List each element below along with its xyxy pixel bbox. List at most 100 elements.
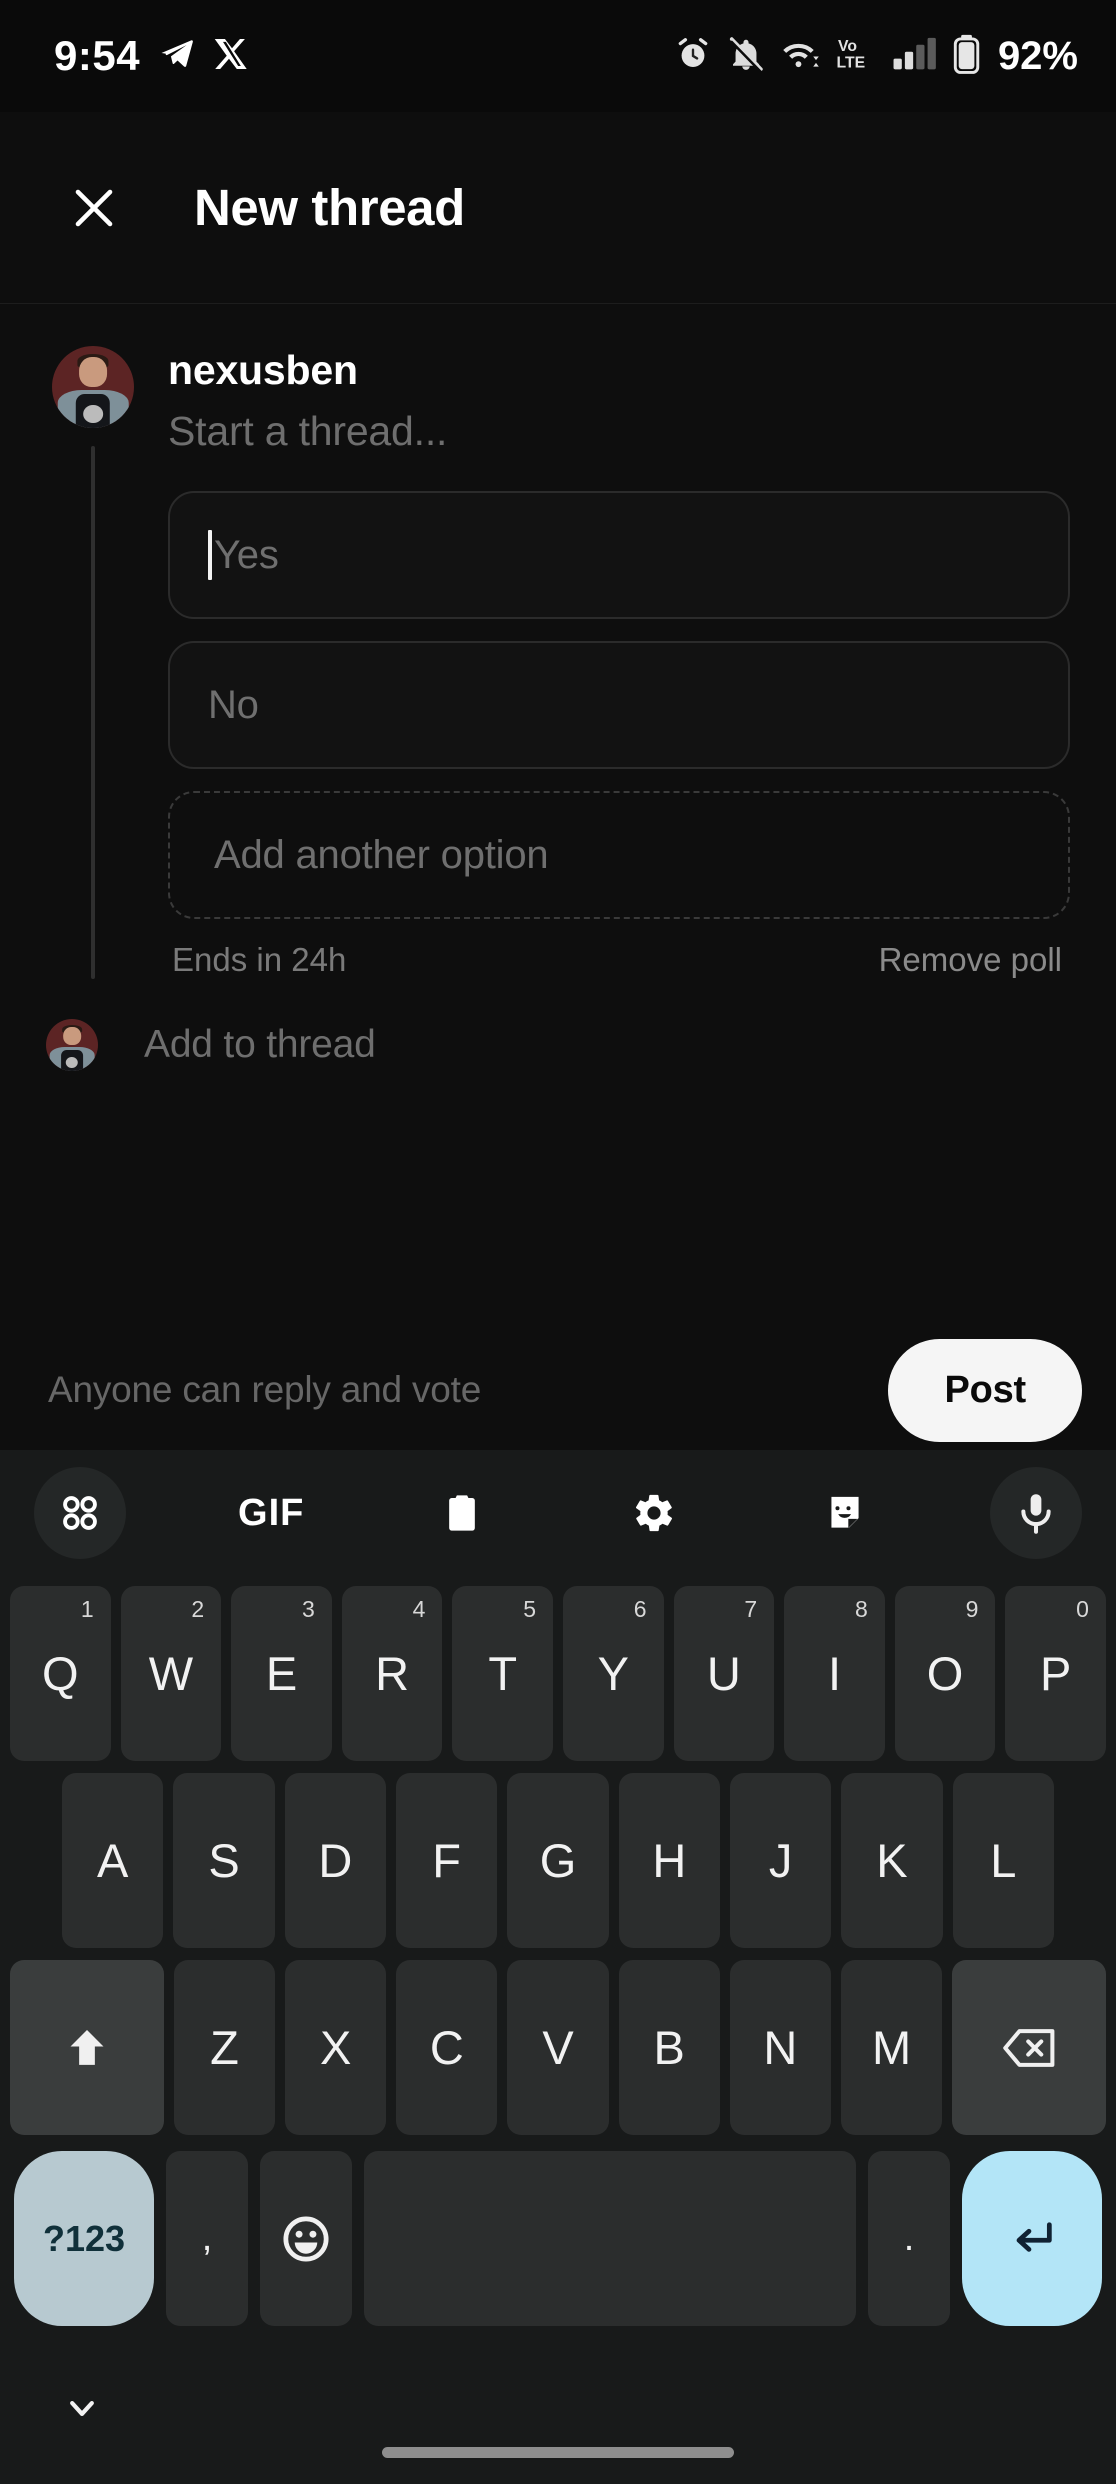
- key-n-label: N: [763, 2021, 798, 2074]
- chevron-down-icon[interactable]: [52, 2378, 112, 2438]
- key-u-sup: 7: [744, 1596, 758, 1622]
- bell-muted-icon: [727, 35, 765, 78]
- poll-editor: Yes No Add another option Ends in 24h Re…: [168, 491, 1080, 979]
- key-g[interactable]: G: [507, 1773, 609, 1948]
- keyboard: G I F 1 Q 2 W 3 E 4 R 5 T 6 Y 7 U 8 I 9 O …: [0, 1450, 1116, 2340]
- comma-key[interactable]: ,: [165, 2151, 249, 2326]
- poll-option-1-input[interactable]: Yes: [214, 533, 279, 578]
- post-column: nexusben Start a thread... Yes No Add an…: [144, 346, 1080, 979]
- key-h[interactable]: H: [618, 1773, 720, 1948]
- wifi-icon: [780, 35, 820, 78]
- add-to-thread-row[interactable]: Add to thread: [0, 979, 1116, 1072]
- key-t[interactable]: 5T: [452, 1586, 553, 1761]
- audience-selector[interactable]: Anyone can reply and vote: [48, 1369, 481, 1411]
- composer-bottom-bar: Anyone can reply and vote Post: [0, 1330, 1116, 1450]
- key-y-label: Y: [597, 1647, 629, 1700]
- key-f[interactable]: F: [396, 1773, 498, 1948]
- key-v-label: V: [542, 2021, 574, 2074]
- thread-connector-line: [91, 446, 95, 980]
- keyboard-row-4: ?123 , .: [6, 2141, 1110, 2340]
- poll-option-1[interactable]: Yes: [168, 491, 1070, 620]
- microphone-icon[interactable]: [989, 1467, 1082, 1559]
- post-button[interactable]: Post: [888, 1338, 1082, 1442]
- clipboard-icon[interactable]: [416, 1467, 508, 1559]
- space-key[interactable]: [363, 2151, 856, 2326]
- add-to-thread-label: Add to thread: [144, 1023, 376, 1067]
- sticker-icon[interactable]: [799, 1467, 891, 1559]
- key-x[interactable]: X: [285, 1960, 387, 2135]
- avatar-small: [46, 1019, 98, 1072]
- key-i[interactable]: 8I: [784, 1586, 885, 1761]
- key-a[interactable]: A: [62, 1773, 164, 1948]
- alarm-icon: [674, 35, 712, 78]
- keyboard-row-2: A S D F G H J K L: [6, 1767, 1110, 1954]
- keyboard-rows: 1Q 2W 3E 4R 5T 6Y 7U 8I 9O 0P A S D F G …: [0, 1576, 1116, 2340]
- signal-icon: [892, 35, 938, 78]
- volte-icon: Vo LTE: [835, 34, 877, 79]
- key-s-label: S: [208, 1834, 240, 1887]
- clipboard-grid-icon[interactable]: [34, 1467, 126, 1559]
- backspace-key[interactable]: [952, 1960, 1106, 2135]
- svg-text:Vo: Vo: [838, 38, 857, 55]
- navigation-bar: [0, 2340, 1116, 2484]
- numbers-key[interactable]: ?123: [14, 2151, 154, 2326]
- key-n[interactable]: N: [729, 1960, 831, 2135]
- key-c-label: C: [429, 2021, 464, 2074]
- username[interactable]: nexusben: [168, 346, 1080, 394]
- key-v[interactable]: V: [507, 1960, 609, 2135]
- key-y[interactable]: 6Y: [563, 1586, 664, 1761]
- key-z[interactable]: Z: [173, 1960, 276, 2135]
- post-row: nexusben Start a thread... Yes No Add an…: [0, 346, 1116, 980]
- enter-key[interactable]: [962, 2151, 1103, 2326]
- thread-text-input[interactable]: Start a thread...: [168, 408, 1080, 455]
- key-e-label: E: [265, 1647, 298, 1700]
- key-q[interactable]: 1Q: [10, 1586, 111, 1761]
- key-m-label: M: [871, 2021, 912, 2074]
- poll-option-2[interactable]: No: [168, 641, 1070, 770]
- poll-option-2-input[interactable]: No: [208, 683, 259, 728]
- battery-icon: [953, 34, 981, 79]
- key-b[interactable]: B: [618, 1960, 720, 2135]
- shift-key[interactable]: [10, 1960, 164, 2135]
- gear-icon[interactable]: [608, 1467, 700, 1559]
- key-w-label: W: [148, 1647, 194, 1700]
- key-p[interactable]: 0P: [1005, 1586, 1106, 1761]
- key-e[interactable]: 3E: [231, 1586, 332, 1761]
- key-r[interactable]: 4R: [341, 1586, 443, 1761]
- key-w-sup: 2: [191, 1596, 205, 1622]
- key-c[interactable]: C: [396, 1960, 498, 2135]
- key-d[interactable]: D: [284, 1773, 386, 1948]
- period-key[interactable]: .: [868, 2151, 951, 2326]
- key-e-sup: 3: [302, 1596, 315, 1622]
- home-indicator[interactable]: [382, 2447, 734, 2458]
- key-i-label: I: [827, 1647, 842, 1700]
- emoji-icon[interactable]: [260, 2151, 352, 2326]
- key-j[interactable]: J: [729, 1773, 832, 1948]
- close-icon[interactable]: [58, 172, 130, 244]
- keyboard-row-1: 1Q 2W 3E 4R 5T 6Y 7U 8I 9O 0P: [6, 1580, 1110, 1767]
- gif-icon[interactable]: GIF: [225, 1467, 317, 1559]
- page-title: New thread: [194, 179, 465, 236]
- key-x-label: X: [319, 2021, 352, 2074]
- key-u[interactable]: 7U: [673, 1586, 775, 1761]
- key-d-label: D: [318, 1834, 353, 1887]
- key-s[interactable]: S: [173, 1773, 275, 1948]
- poll-ends-in-label[interactable]: Ends in 24h: [172, 941, 346, 979]
- gif-label: GIF: [238, 1491, 305, 1534]
- status-bar: 9:54 Vo LTE 92%: [0, 0, 1116, 112]
- key-l[interactable]: L: [952, 1773, 1054, 1948]
- key-m[interactable]: M: [840, 1960, 943, 2135]
- avatar[interactable]: [52, 346, 134, 428]
- key-q-label: Q: [42, 1647, 79, 1700]
- add-another-option-button[interactable]: Add another option: [168, 791, 1070, 920]
- status-bar-left: 9:54: [54, 32, 250, 80]
- key-f-label: F: [432, 1834, 462, 1887]
- svg-text:LTE: LTE: [836, 54, 865, 71]
- remove-poll-button[interactable]: Remove poll: [879, 941, 1062, 979]
- key-r-label: R: [375, 1647, 410, 1700]
- key-w[interactable]: 2W: [120, 1586, 222, 1761]
- key-o[interactable]: 9O: [894, 1586, 996, 1761]
- key-k[interactable]: K: [841, 1773, 943, 1948]
- phone-screen: 9:54 Vo LTE 92% New thread nexusben Star…: [0, 0, 1116, 2484]
- key-i-sup: 8: [854, 1596, 868, 1622]
